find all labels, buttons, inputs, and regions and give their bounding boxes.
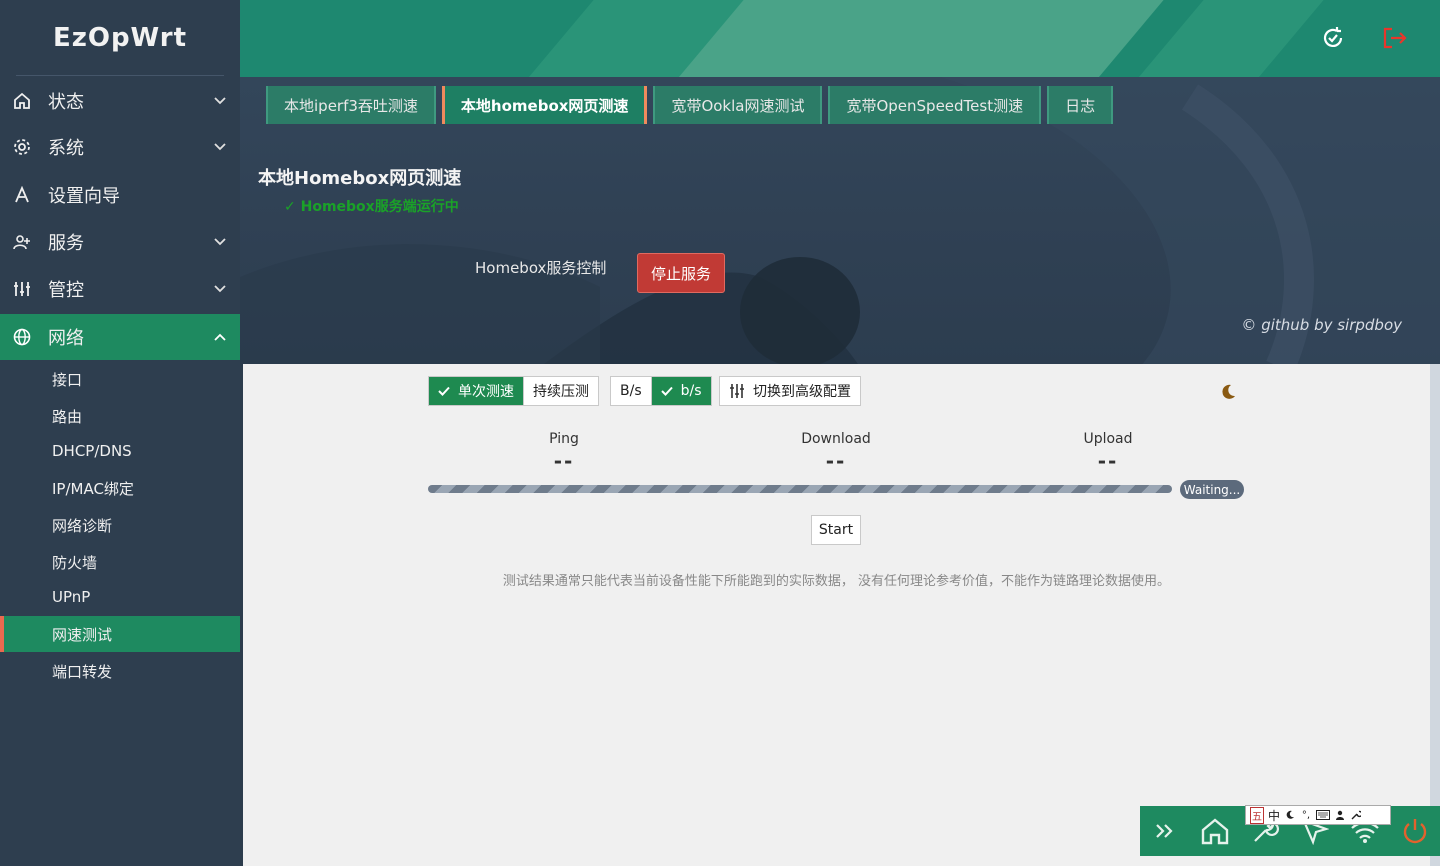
submenu-item-upnp[interactable]: UPnP — [0, 579, 240, 615]
brand-logo: EzOpWrt — [16, 0, 224, 76]
header-stripe — [668, 0, 1172, 77]
ime-toolbar[interactable]: 五 中 °, — [1245, 805, 1391, 825]
service-status: ✓ Homebox服务端运行中 — [284, 199, 459, 215]
menu-label: 设置向导 — [48, 186, 120, 207]
submenu-item-dhcp-dns[interactable]: DHCP/DNS — [0, 433, 240, 469]
gear-icon — [12, 137, 32, 157]
double-chevron-right-icon[interactable] — [1148, 816, 1182, 846]
top-header — [240, 0, 1440, 77]
metric-value: -- — [553, 449, 575, 473]
single-test-button[interactable]: 单次测速 — [429, 377, 523, 405]
home-icon[interactable] — [1198, 816, 1232, 846]
moon-icon[interactable] — [1284, 810, 1296, 820]
user-icon[interactable] — [1334, 810, 1346, 820]
single-test-label: 单次测速 — [458, 384, 514, 400]
submenu-item-port-forward[interactable]: 端口转发 — [0, 653, 240, 689]
chevron-down-icon — [214, 235, 226, 249]
submenu-item-speedtest[interactable]: 网速测试 — [0, 616, 240, 652]
unit-toggle-group: B/s b/s — [610, 376, 712, 406]
ime-wubi-label[interactable]: 五 — [1250, 806, 1264, 824]
progress-bar — [428, 485, 1172, 493]
submenu-item-routes[interactable]: 路由 — [0, 398, 240, 434]
unit-bits-label: b/s — [680, 383, 702, 399]
menu-label: 管控 — [48, 280, 84, 301]
continuous-test-button[interactable]: 持续压测 — [523, 377, 598, 405]
metric-ping: Ping -- — [504, 431, 624, 473]
submenu-item-diagnostics[interactable]: 网络诊断 — [0, 507, 240, 543]
menu-item-services[interactable]: 服务 — [0, 219, 240, 265]
metric-label: Upload — [1083, 431, 1133, 447]
menu-label: 系统 — [48, 138, 84, 159]
tab-ookla[interactable]: 宽带Ookla网速测试 — [653, 86, 823, 124]
sliders-icon — [729, 383, 745, 399]
status-badge: Waiting... — [1180, 480, 1244, 499]
sidebar: EzOpWrt 状态 系统 设置向导 服务 管控 网络 接口 路由 DHCP/D… — [0, 0, 240, 866]
advanced-config-button[interactable]: 切换到高级配置 — [720, 377, 860, 405]
menu-label: 状态 — [48, 92, 84, 113]
wrench-icon[interactable] — [1350, 810, 1362, 820]
tab-homebox[interactable]: 本地homebox网页测速 — [441, 86, 648, 124]
moon-icon[interactable] — [1219, 383, 1237, 401]
power-icon[interactable] — [1398, 816, 1432, 846]
punctuation-icon[interactable]: °, — [1300, 810, 1312, 821]
wizard-icon — [12, 185, 32, 205]
check-icon — [660, 386, 673, 396]
unit-bits-button[interactable]: b/s — [650, 377, 711, 405]
advanced-config-label: 切换到高级配置 — [753, 384, 851, 400]
menu-label: 网络 — [48, 328, 84, 349]
chevron-down-icon — [214, 282, 226, 296]
check-icon — [438, 386, 450, 396]
metric-label: Ping — [549, 431, 579, 447]
logout-icon[interactable] — [1381, 24, 1409, 52]
menu-item-system[interactable]: 系统 — [0, 124, 240, 170]
mode-toggle-group: 单次测速 持续压测 — [428, 376, 599, 406]
chevron-down-icon — [214, 94, 226, 108]
metric-upload: Upload -- — [1048, 431, 1168, 473]
submenu-item-ip-mac[interactable]: IP/MAC绑定 — [0, 470, 240, 506]
metric-value: -- — [825, 449, 847, 473]
header-stripe — [1128, 0, 1332, 77]
metric-value: -- — [1097, 449, 1119, 473]
tab-iperf3[interactable]: 本地iperf3吞吐测速 — [266, 86, 436, 124]
home-icon — [12, 91, 32, 111]
menu-label: 服务 — [48, 233, 84, 254]
ime-chinese-label[interactable]: 中 — [1268, 807, 1280, 824]
globe-icon — [12, 327, 32, 347]
chevron-up-icon — [214, 330, 226, 344]
stop-service-button[interactable]: 停止服务 — [637, 253, 725, 293]
metric-download: Download -- — [776, 431, 896, 473]
metric-label: Download — [801, 431, 871, 447]
tab-openspeedtest[interactable]: 宽带OpenSpeedTest测速 — [828, 86, 1042, 124]
menu-item-network[interactable]: 网络 — [0, 314, 240, 360]
tab-log[interactable]: 日志 — [1047, 86, 1114, 124]
start-button[interactable]: Start — [811, 515, 861, 545]
chevron-down-icon — [214, 140, 226, 154]
sliders-icon — [12, 279, 32, 299]
menu-item-status[interactable]: 状态 — [0, 78, 240, 124]
user-plus-icon — [12, 232, 32, 252]
scrollbar[interactable] — [1430, 364, 1440, 866]
menu-item-control[interactable]: 管控 — [0, 266, 240, 312]
credit-text: © github by sirpdboy — [1241, 316, 1402, 334]
menu-item-wizard[interactable]: 设置向导 — [0, 172, 240, 218]
submenu-item-interfaces[interactable]: 接口 — [0, 361, 240, 397]
tab-bar: 本地iperf3吞吐测速 本地homebox网页测速 宽带Ookla网速测试 宽… — [266, 86, 1114, 124]
refresh-icon[interactable] — [1319, 24, 1347, 52]
advanced-config-group: 切换到高级配置 — [719, 376, 861, 406]
submenu-item-firewall[interactable]: 防火墙 — [0, 544, 240, 580]
keyboard-icon[interactable] — [1316, 810, 1331, 820]
disclaimer-note: 测试结果通常只能代表当前设备性能下所能跑到的实际数据， 没有任何理论参考价值，不… — [502, 574, 1171, 589]
service-control-label: Homebox服务控制 — [475, 259, 607, 277]
section-title: 本地Homebox网页测速 — [258, 168, 462, 189]
unit-bytes-button[interactable]: B/s — [611, 377, 651, 405]
